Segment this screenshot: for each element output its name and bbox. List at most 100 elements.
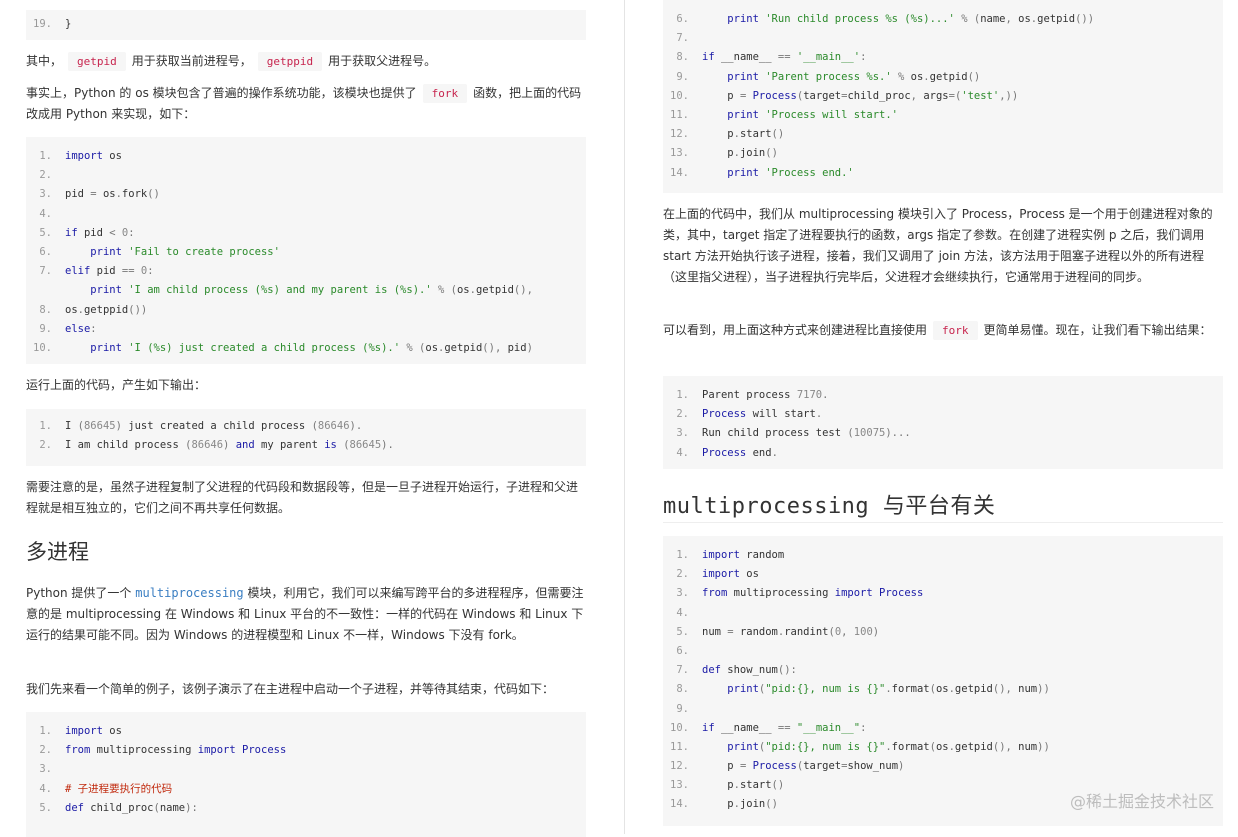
line-number: 4.	[39, 782, 52, 795]
line-number: 12.	[670, 760, 689, 773]
paragraph: 事实上，Python 的 os 模块包含了普遍的操作系统功能，该模块也提供了 fo…	[26, 84, 582, 121]
code-line: 9. else:	[26, 320, 586, 339]
code-line: 4.	[26, 205, 586, 224]
code-text: from multiprocessing import Process	[702, 587, 924, 600]
line-number: 3.	[39, 763, 52, 776]
line-number: 4.	[39, 207, 52, 220]
code-text: from multiprocessing import Process	[65, 744, 287, 757]
code-text: p.start()	[702, 128, 785, 141]
code-line: 1. import os	[26, 722, 586, 741]
line-number: 11.	[670, 108, 689, 121]
code-line: 7.	[663, 29, 1223, 48]
paragraph: Python 提供了一个 multiprocessing 模块，利用它，我们可以…	[26, 586, 584, 642]
code-text: print 'Fail to create process'	[90, 245, 280, 258]
paragraph: 其中， getpid 用于获取当前进程号， getppid 用于获取父进程号。	[26, 51, 586, 72]
line-number: 2.	[676, 568, 689, 581]
line-number: 10.	[33, 341, 52, 354]
line-number: 7.	[676, 664, 689, 677]
line-number: 8.	[676, 683, 689, 696]
line-number: 13.	[670, 779, 689, 792]
code-line: 11. print("pid:{}, num is {}".format(os.…	[663, 738, 1223, 757]
code-line: 19.}	[26, 15, 71, 34]
line-number: 4.	[676, 606, 689, 619]
line-number: 8.	[39, 303, 52, 316]
code-line: 10. if __name__ == "__main__":	[663, 719, 1223, 738]
line-number: 14.	[670, 798, 689, 811]
line-number: 1.	[39, 420, 52, 432]
code-line: 4. Process end.	[663, 444, 1223, 463]
code-line: 8. os.getppid())	[26, 301, 586, 320]
code-text: if __name__ == '__main__':	[702, 51, 867, 64]
line-number: 12.	[670, 128, 689, 141]
code-line: 7. def show_num():	[663, 661, 1223, 680]
code-line: 10. print 'I (%s) just created a child p…	[26, 339, 586, 358]
line-number: 3.	[39, 188, 52, 201]
code-text: p.join()	[702, 147, 778, 160]
line-number: 1.	[39, 150, 52, 162]
code-text: def show_num():	[702, 664, 797, 677]
code-block: 6. print 'Run child process %s (%s)...' …	[663, 0, 1223, 193]
code-line: 3.	[26, 760, 586, 779]
line-number: 2.	[39, 439, 52, 452]
line-number: 6.	[39, 245, 52, 258]
paragraph: 运行上面的代码，产生如下输出：	[26, 378, 207, 392]
line-number: 11.	[670, 740, 689, 753]
code-text: I am child process (86646) and my parent…	[65, 439, 394, 452]
code-line: 6.	[663, 642, 1223, 661]
code-text: print 'Run child process %s (%s)...' % (…	[727, 13, 1095, 25]
line-number: 9.	[676, 702, 689, 715]
line-number: 3.	[676, 427, 689, 440]
multiprocessing-link[interactable]: multiprocessing	[135, 586, 243, 600]
code-text: print("pid:{}, num is {}".format(os.getp…	[727, 740, 1050, 753]
line-number: 5.	[39, 801, 52, 814]
code-line: 9. print 'Parent process %s.' % os.getpi…	[663, 68, 1223, 87]
column-divider	[624, 0, 625, 834]
code-line: 3. pid = os.fork()	[26, 185, 586, 204]
paragraph: 在上面的代码中，我们从 multiprocessing 模块引入了 Proces…	[663, 207, 1213, 284]
code-line: 8. print("pid:{}, num is {}".format(os.g…	[663, 680, 1223, 699]
code-line: 2.	[26, 166, 586, 185]
line-number: 2.	[39, 169, 52, 182]
code-line: 9.	[663, 700, 1223, 719]
watermark: @稀土掘金技术社区	[1069, 792, 1214, 811]
line-number: 4.	[676, 446, 689, 459]
code-line: 14. print 'Process end.'	[663, 164, 1223, 183]
code-text: p.join()	[702, 798, 778, 811]
code-line: 11. print 'Process will start.'	[663, 106, 1223, 125]
code-line: 6. print 'Run child process %s (%s)...' …	[663, 10, 1223, 29]
code-line: 4. # 子进程要执行的代码	[26, 780, 586, 799]
line-number: 6.	[676, 644, 689, 657]
inline-code: getpid	[68, 52, 126, 71]
code-text: p = Process(target=child_proc, args=('te…	[702, 89, 1019, 102]
code-text: print("pid:{}, num is {}".format(os.getp…	[727, 683, 1050, 696]
line-number: 10.	[670, 721, 689, 734]
line-number: 1.	[39, 725, 52, 737]
line-number: 9.	[39, 322, 52, 335]
code-text: p = Process(target=show_num)	[702, 760, 905, 773]
code-text: if __name__ == "__main__":	[702, 721, 867, 734]
code-block: 1. Parent process 7170. 2. Process will sta…	[663, 376, 1223, 469]
code-line: 5. num = random.randint(0, 100)	[663, 623, 1223, 642]
code-block: 1. I (86645) just created a child process…	[26, 409, 586, 466]
code-line: 6. print 'Fail to create process'	[26, 243, 586, 262]
inline-code: getppid	[257, 52, 323, 71]
code-text: Parent process 7170.	[702, 389, 829, 401]
code-line: 3. Run child process test (10075)...	[663, 424, 1223, 443]
line-number: 7.	[39, 265, 52, 278]
code-text: os.getppid())	[65, 303, 148, 316]
code-line: 2. import os	[663, 565, 1223, 584]
code-block: 1. import os 2. 3. pid = os.fork() 4. 5. if pid…	[26, 137, 586, 364]
line-number: 8.	[676, 51, 689, 64]
code-block: 1. import os 2. from multiprocessing import…	[26, 712, 586, 837]
section-heading: multiprocessing 与平台有关	[663, 494, 996, 519]
line-number: 13.	[670, 147, 689, 160]
code-text: print 'Process end.'	[727, 166, 854, 179]
code-text: p.start()	[702, 779, 785, 792]
line-number: 1.	[676, 389, 689, 401]
line-number: 3.	[676, 587, 689, 600]
code-line: 12. p.start()	[663, 125, 1223, 144]
line-number: 9.	[676, 70, 689, 83]
code-line: 2. I am child process (86646) and my pare…	[26, 436, 586, 455]
code-block: 19.}	[26, 10, 586, 40]
code-text: num = random.randint(0, 100)	[702, 625, 880, 638]
